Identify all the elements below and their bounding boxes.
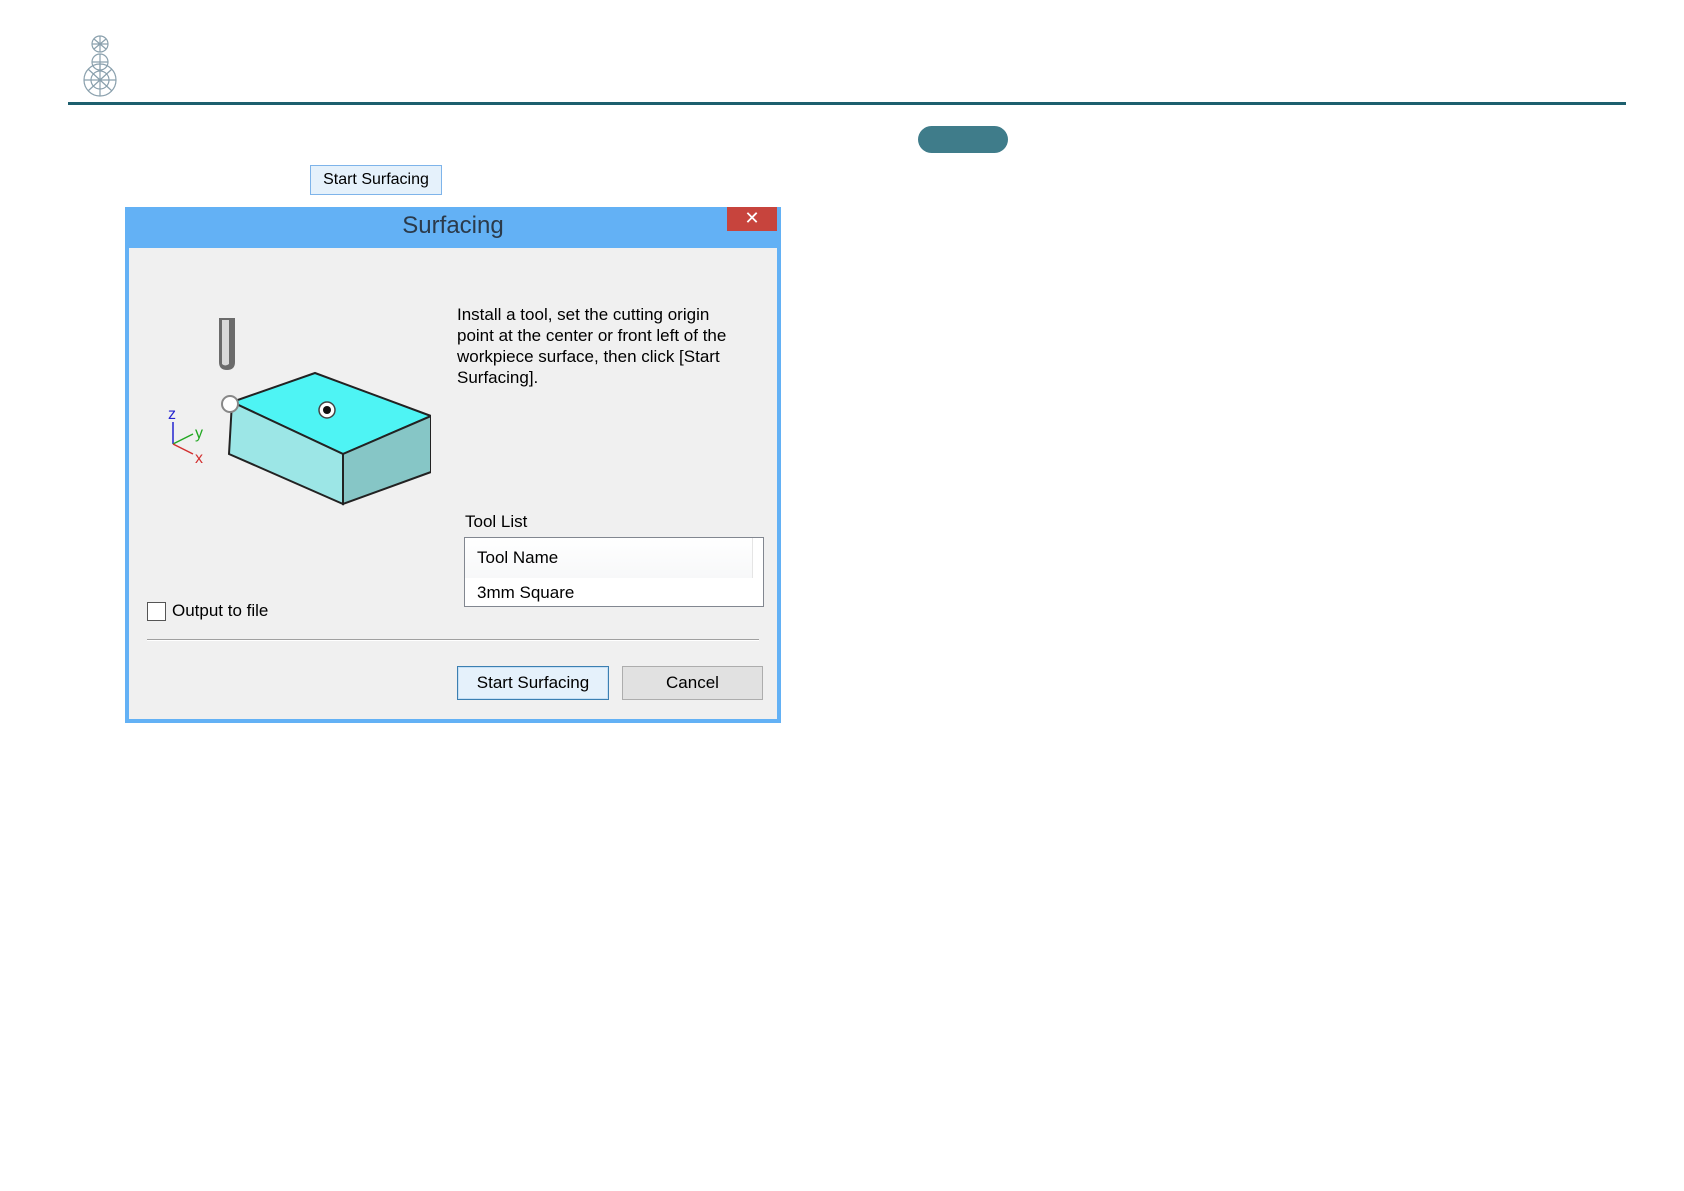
header-rule xyxy=(68,102,1626,105)
tool-list[interactable]: Tool Name 3mm Square xyxy=(464,537,764,607)
cancel-button[interactable]: Cancel xyxy=(622,666,763,700)
dialog-client: z y x Install a tool, set the cutting or… xyxy=(129,248,777,719)
dialog-title: Surfacing xyxy=(402,212,504,239)
start-surfacing-reference-button[interactable]: Start Surfacing xyxy=(310,165,442,195)
axis-x-label: x xyxy=(195,450,203,467)
close-icon: ✕ xyxy=(744,208,760,228)
axis-z-label: z xyxy=(168,406,176,423)
close-button[interactable]: ✕ xyxy=(727,207,777,231)
output-to-file-checkbox[interactable] xyxy=(147,601,166,621)
dialog-titlebar: Surfacing ✕ xyxy=(125,207,781,248)
workpiece-illustration: z y x xyxy=(168,318,431,506)
start-surfacing-button[interactable]: Start Surfacing xyxy=(457,666,609,700)
output-to-file-label: Output to file xyxy=(172,601,269,620)
axis-y-label: y xyxy=(195,425,203,442)
tool-list-label: Tool List xyxy=(465,512,528,531)
instruction-text: Install a tool, set the cutting origin p… xyxy=(457,305,727,387)
divider xyxy=(147,639,759,641)
list-item[interactable]: 3mm Square xyxy=(477,583,574,603)
surfacing-dialog: Surfacing ✕ z y x Install a tool, set th… xyxy=(125,207,781,723)
tool-icon xyxy=(219,318,235,370)
front-left-origin-marker xyxy=(221,395,239,413)
section-pill xyxy=(918,126,1008,153)
output-to-file-option[interactable]: Output to file xyxy=(147,601,268,621)
tool-name-column-header[interactable]: Tool Name xyxy=(465,538,753,578)
logo-icon xyxy=(83,35,117,97)
